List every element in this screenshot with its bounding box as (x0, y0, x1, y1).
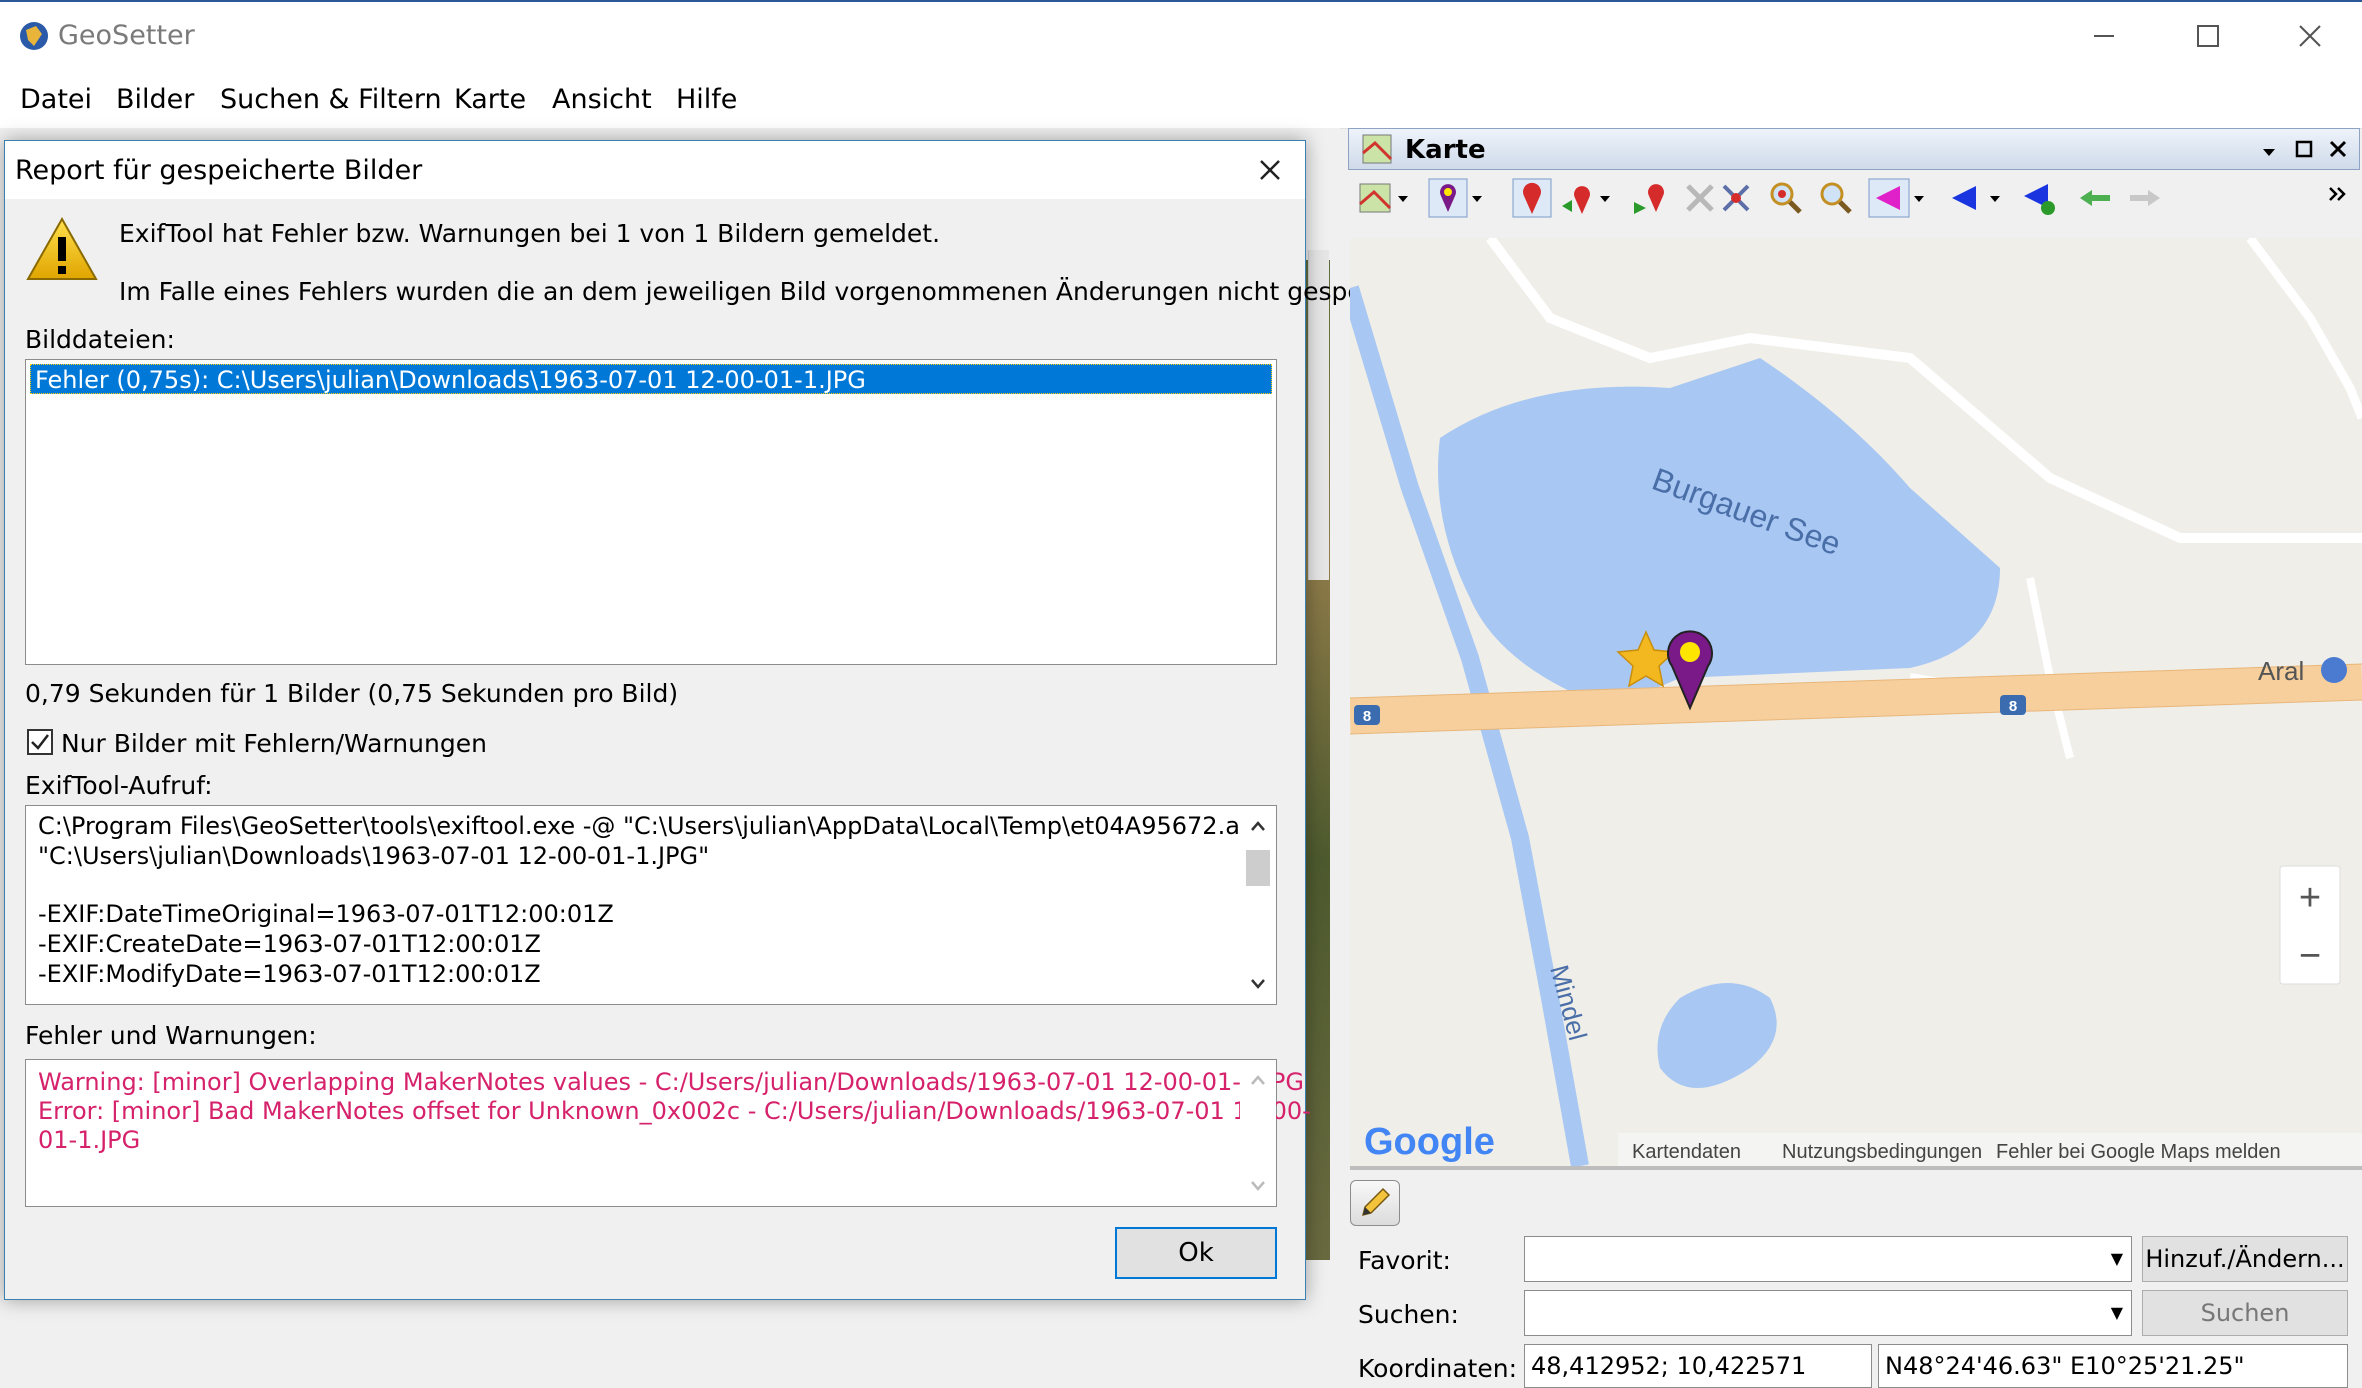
flag-blue-icon[interactable] (1948, 178, 2004, 218)
menu-datei[interactable]: Datei (20, 84, 92, 115)
panel-controls-icon[interactable] (2257, 137, 2353, 163)
report-dialog: Report für gespeicherte Bilder ExifTool … (4, 140, 1443, 1300)
road-white (2246, 238, 2362, 420)
zoom-out-button[interactable]: − (2299, 935, 2321, 977)
main-titlebar: GeoSetter (0, 0, 2362, 70)
edit-button[interactable] (1350, 1180, 1400, 1226)
add-change-button[interactable]: Hinzuf./Ändern... (2142, 1236, 2348, 1282)
highway-b8 (1350, 664, 2362, 734)
zoom-in-button[interactable]: + (2299, 877, 2321, 919)
geosetter-globe-icon (20, 22, 48, 50)
pencil-icon (1361, 1187, 1391, 1217)
marker-yellow-icon[interactable] (1428, 178, 1486, 218)
file-list[interactable]: Fehler (0,75s): C:\Users\julian\Download… (25, 359, 1277, 665)
call-line: -EXIF:ModifyDate=1963-07-01T12:00:01Z (38, 960, 541, 988)
checkmark-icon (31, 734, 49, 750)
coordinates-label: Koordinaten: (1358, 1354, 1518, 1383)
lake-burgauer-see (1438, 358, 2000, 708)
map-panel-header: Karte (1348, 128, 2360, 170)
dialog-close-icon[interactable] (1247, 147, 1293, 193)
scrollbar-arrows-icon (1246, 821, 1270, 989)
marker-red-icon[interactable] (1512, 178, 1552, 218)
tools-disabled-icon[interactable] (1680, 178, 1720, 218)
zoom-markers-icon[interactable] (1766, 178, 1806, 218)
maximize-icon[interactable] (2156, 2, 2260, 70)
error-line: 01-1.JPG (38, 1126, 141, 1154)
favorite-label: Favorit: (1358, 1246, 1451, 1275)
chevron-down-icon: ▼ (2110, 1303, 2123, 1322)
error-note-text: Im Falle eines Fehlers wurden die an dem… (119, 277, 1443, 306)
flag-blue-add-icon[interactable] (2020, 178, 2060, 218)
toolbar-overflow-icon[interactable] (2324, 178, 2354, 218)
gas-station-icon[interactable] (2321, 657, 2347, 683)
marker-move-icon[interactable] (1630, 178, 1670, 218)
attribution-terms[interactable]: Nutzungsbedingungen (1782, 1141, 1982, 1163)
close-icon[interactable] (2258, 2, 2362, 70)
errors-only-label: Nur Bilder mit Fehlern/Warnungen (61, 729, 487, 758)
attribution-map-data[interactable]: Kartendaten (1632, 1141, 1741, 1163)
scrollbar-arrows-icon (1251, 1075, 1265, 1191)
app-title: GeoSetter (58, 20, 195, 51)
search-button[interactable]: Suchen (2142, 1290, 2348, 1336)
station-label: Aral (2258, 656, 2304, 686)
exiftool-call-label: ExifTool-Aufruf: (25, 771, 213, 800)
map-panel: Karte 8 8 Burgauer See Mindel Aral + − G… (1348, 128, 2362, 1388)
road-white (2026, 577, 2074, 759)
minimize-icon[interactable] (2052, 2, 2156, 70)
warning-icon (26, 216, 98, 280)
lake-small (1657, 983, 1777, 1088)
timing-text: 0,79 Sekunden für 1 Bilder (0,75 Sekunde… (25, 679, 679, 708)
call-scrollbar[interactable] (1240, 806, 1276, 1004)
arrow-forward-icon[interactable] (2124, 178, 2164, 218)
map-toolbar (1348, 170, 2360, 226)
map-canvas[interactable]: 8 8 Burgauer See Mindel Aral + − Google … (1350, 238, 2362, 1166)
menu-suchen-filtern[interactable]: Suchen & Filtern (220, 84, 442, 115)
coordinates-dms-field[interactable]: N48°24'46.63" E10°25'21.25" (1878, 1344, 2348, 1388)
errors-label: Fehler und Warnungen: (25, 1021, 317, 1050)
menu-bilder[interactable]: Bilder (116, 84, 194, 115)
map-icon (1362, 134, 1393, 164)
errors-textbox[interactable]: Warning: [minor] Overlapping MakerNotes … (25, 1059, 1311, 1207)
map-divider (1350, 1166, 2362, 1170)
road-shield-label: 8 (1363, 708, 1371, 725)
map-type-icon[interactable] (1358, 178, 1412, 218)
route-markers-icon[interactable] (1716, 178, 1756, 218)
menu-hilfe[interactable]: Hilfe (676, 84, 737, 115)
google-logo: Google (1364, 1121, 1495, 1163)
list-item-selected[interactable]: Fehler (0,75s): C:\Users\julian\Download… (30, 364, 1272, 394)
favorite-combo[interactable]: ▼ (1524, 1236, 2132, 1282)
ok-button[interactable]: Ok (1115, 1227, 1277, 1279)
files-label: Bilddateien: (25, 325, 175, 354)
error-summary-text: ExifTool hat Fehler bzw. Warnungen bei 1… (119, 219, 941, 248)
map-view[interactable]: 8 8 Burgauer See Mindel Aral + − Google … (1350, 238, 2362, 1166)
search-label: Suchen: (1358, 1300, 1459, 1329)
search-combo[interactable]: ▼ (1524, 1290, 2132, 1336)
call-line: C:\Program Files\GeoSetter\tools\exiftoo… (38, 812, 1276, 840)
menu-bar: Datei Bilder Suchen & Filtern Karte Ansi… (0, 70, 2362, 129)
map-panel-title: Karte (1405, 135, 1486, 165)
coordinates-decimal-field[interactable]: 48,412952; 10,422571 (1524, 1344, 1872, 1388)
road-shield-label: 8 (2009, 698, 2017, 715)
menu-ansicht[interactable]: Ansicht (552, 84, 652, 115)
errors-scrollbar[interactable] (1240, 1060, 1276, 1206)
call-line: -EXIF:CreateDate=1963-07-01T12:00:01Z (38, 930, 541, 958)
marker-green-arrow-icon[interactable] (1558, 178, 1614, 218)
dialog-title: Report für gespeicherte Bilder (15, 155, 423, 186)
zoom-icon[interactable] (1816, 178, 1856, 218)
errors-only-checkbox[interactable] (27, 729, 53, 755)
error-line: Error: [minor] Bad MakerNotes offset for… (38, 1097, 1311, 1125)
exiftool-call-textbox[interactable]: C:\Program Files\GeoSetter\tools\exiftoo… (25, 805, 1277, 1005)
call-line: -EXIF:DateTimeOriginal=1963-07-01T12:00:… (38, 900, 614, 928)
arrow-back-icon[interactable] (2076, 178, 2116, 218)
chevron-down-icon: ▼ (2110, 1249, 2123, 1268)
flag-magenta-icon[interactable] (1868, 178, 1928, 218)
marker-center (1680, 642, 1700, 662)
attribution-report-error[interactable]: Fehler bei Google Maps melden (1996, 1141, 2281, 1163)
dialog-titlebar: Report für gespeicherte Bilder (5, 141, 1305, 199)
warning-line: Warning: [minor] Overlapping MakerNotes … (38, 1068, 1304, 1096)
call-line: "C:\Users\julian\Downloads\1963-07-01 12… (38, 842, 710, 870)
menu-karte[interactable]: Karte (454, 84, 526, 115)
